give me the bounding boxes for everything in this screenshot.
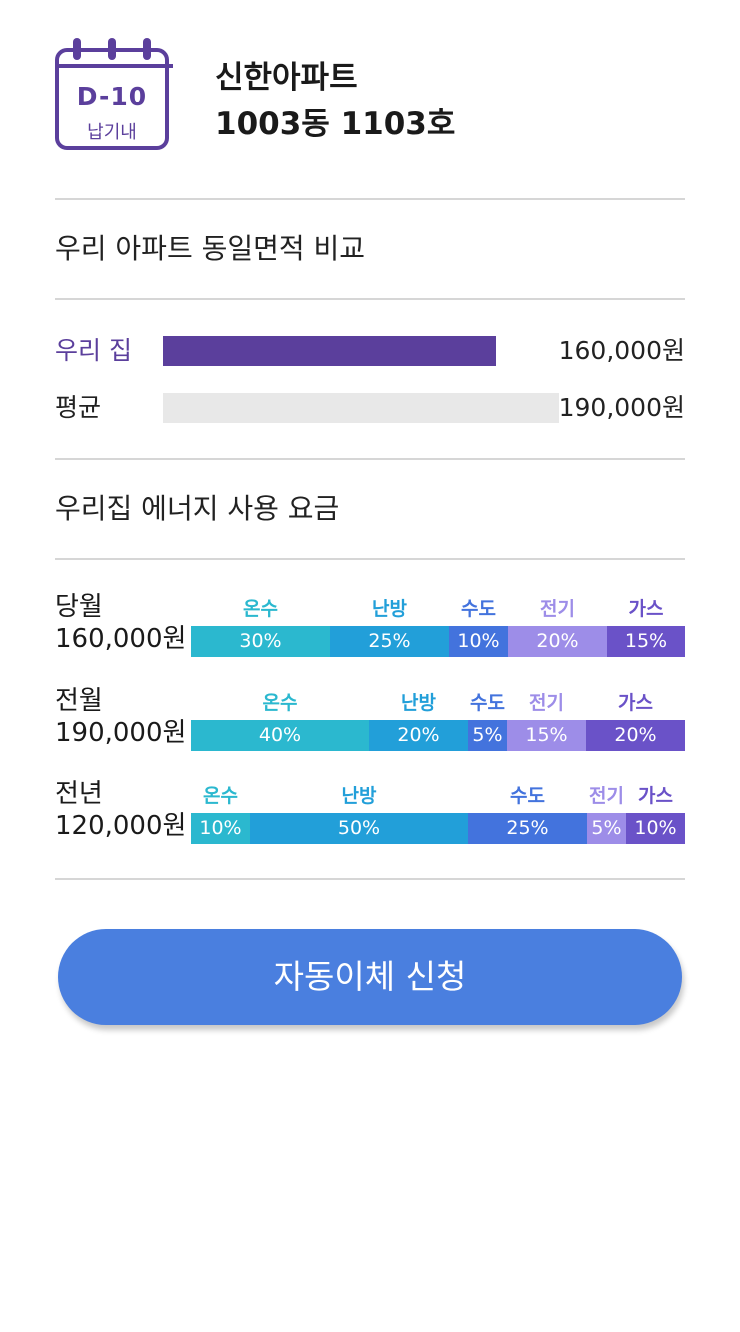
energy-segment-1: 50% bbox=[250, 813, 468, 844]
divider bbox=[55, 878, 685, 880]
energy-stacked-bar: 30% 25% 10% 20% 15% bbox=[191, 626, 685, 657]
energy-segment-4: 20% bbox=[586, 720, 685, 751]
energy-total: 190,000원 bbox=[55, 718, 187, 748]
calendar-ring bbox=[143, 38, 151, 60]
energy-segment-3: 5% bbox=[587, 813, 626, 844]
energy-segment-2: 10% bbox=[449, 626, 508, 657]
energy-total: 120,000원 bbox=[55, 811, 187, 841]
energy-category-label: 전기 bbox=[540, 598, 575, 620]
energy-category-label: 가스 bbox=[628, 598, 664, 620]
energy-row-last-year: 전년 120,000원 10% 50% 25% 5% 10% 온수 난방 수도 전기 가스 bbox=[55, 777, 685, 857]
calendar-icon: D-10 납기내 bbox=[55, 38, 177, 158]
energy-category-label: 수도 bbox=[470, 692, 505, 714]
energy-period: 전월 bbox=[55, 686, 103, 716]
comparison-title: 우리 아파트 동일면적 비교 bbox=[55, 232, 366, 265]
comparison-track bbox=[163, 336, 559, 366]
dday-count: D-10 bbox=[76, 82, 148, 111]
energy-row-this-month: 당월 160,000원 30% 25% 10% 20% 15% 온수 난방 수도 전기 가스 bbox=[55, 590, 685, 670]
energy-category-label: 난방 bbox=[401, 692, 436, 714]
comparison-track bbox=[163, 393, 559, 423]
energy-segment-3: 15% bbox=[507, 720, 586, 751]
calendar-ring bbox=[73, 38, 81, 60]
energy-stacked-bar: 10% 50% 25% 5% 10% bbox=[191, 813, 685, 844]
comparison-chart: 우리 집 160,000원 평균 190,000원 bbox=[55, 300, 685, 458]
due-label: 납기내 bbox=[87, 122, 137, 143]
bill-header: D-10 납기내 신한아파트 1003동 1103호 bbox=[55, 0, 685, 198]
energy-segment-1: 20% bbox=[369, 720, 468, 751]
energy-row-last-month: 전월 190,000원 40% 20% 5% 15% 20% 온수 난방 수도 전기 가스 bbox=[55, 684, 685, 764]
energy-category-label: 수도 bbox=[461, 598, 496, 620]
energy-period: 당월 bbox=[55, 592, 103, 622]
auto-transfer-button[interactable]: 자동이체 신청 bbox=[58, 929, 682, 1025]
energy-category-label: 난방 bbox=[372, 598, 407, 620]
energy-segment-0: 40% bbox=[191, 720, 369, 751]
energy-category-label: 가스 bbox=[638, 785, 673, 807]
energy-category-label: 난방 bbox=[341, 785, 377, 807]
comparison-row-ours: 우리 집 160,000원 bbox=[55, 331, 685, 371]
apartment-unit: 1003동 1103호 bbox=[215, 106, 456, 142]
energy-period: 전년 bbox=[55, 779, 103, 809]
energy-category-label: 전기 bbox=[529, 692, 564, 714]
energy-segment-3: 20% bbox=[508, 626, 607, 657]
energy-category-label: 온수 bbox=[243, 598, 278, 620]
apartment-name: 신한아파트 bbox=[215, 60, 358, 96]
energy-category-label: 가스 bbox=[618, 692, 653, 714]
comparison-value: 160,000원 bbox=[558, 336, 685, 365]
energy-segment-4: 10% bbox=[626, 813, 685, 844]
energy-stacked-bar: 40% 20% 5% 15% 20% bbox=[191, 720, 685, 751]
energy-title: 우리집 에너지 사용 요금 bbox=[55, 492, 340, 525]
comparison-row-average: 평균 190,000원 bbox=[55, 388, 685, 428]
energy-segment-0: 30% bbox=[191, 626, 330, 657]
comparison-label: 우리 집 bbox=[55, 336, 132, 365]
comparison-bar bbox=[163, 393, 559, 423]
comparison-bar bbox=[163, 336, 497, 366]
bill-page: D-10 납기내 신한아파트 1003동 1103호 우리 아파트 동일면적 비… bbox=[55, 0, 685, 1025]
energy-segment-4: 15% bbox=[607, 626, 685, 657]
energy-category-label: 온수 bbox=[203, 785, 238, 807]
energy-total: 160,000원 bbox=[55, 624, 187, 654]
energy-segment-1: 25% bbox=[330, 626, 449, 657]
energy-category-label: 수도 bbox=[510, 785, 545, 807]
energy-segment-2: 5% bbox=[468, 720, 507, 751]
energy-category-label: 전기 bbox=[589, 785, 624, 807]
energy-category-label: 온수 bbox=[262, 692, 298, 714]
comparison-value: 190,000원 bbox=[558, 393, 685, 422]
energy-segment-2: 25% bbox=[468, 813, 587, 844]
comparison-label: 평균 bbox=[55, 393, 102, 422]
calendar-ring bbox=[108, 38, 116, 60]
energy-breakdown: 당월 160,000원 30% 25% 10% 20% 15% 온수 난방 수도 전기 가스 전… bbox=[55, 560, 685, 878]
energy-segment-0: 10% bbox=[191, 813, 250, 844]
